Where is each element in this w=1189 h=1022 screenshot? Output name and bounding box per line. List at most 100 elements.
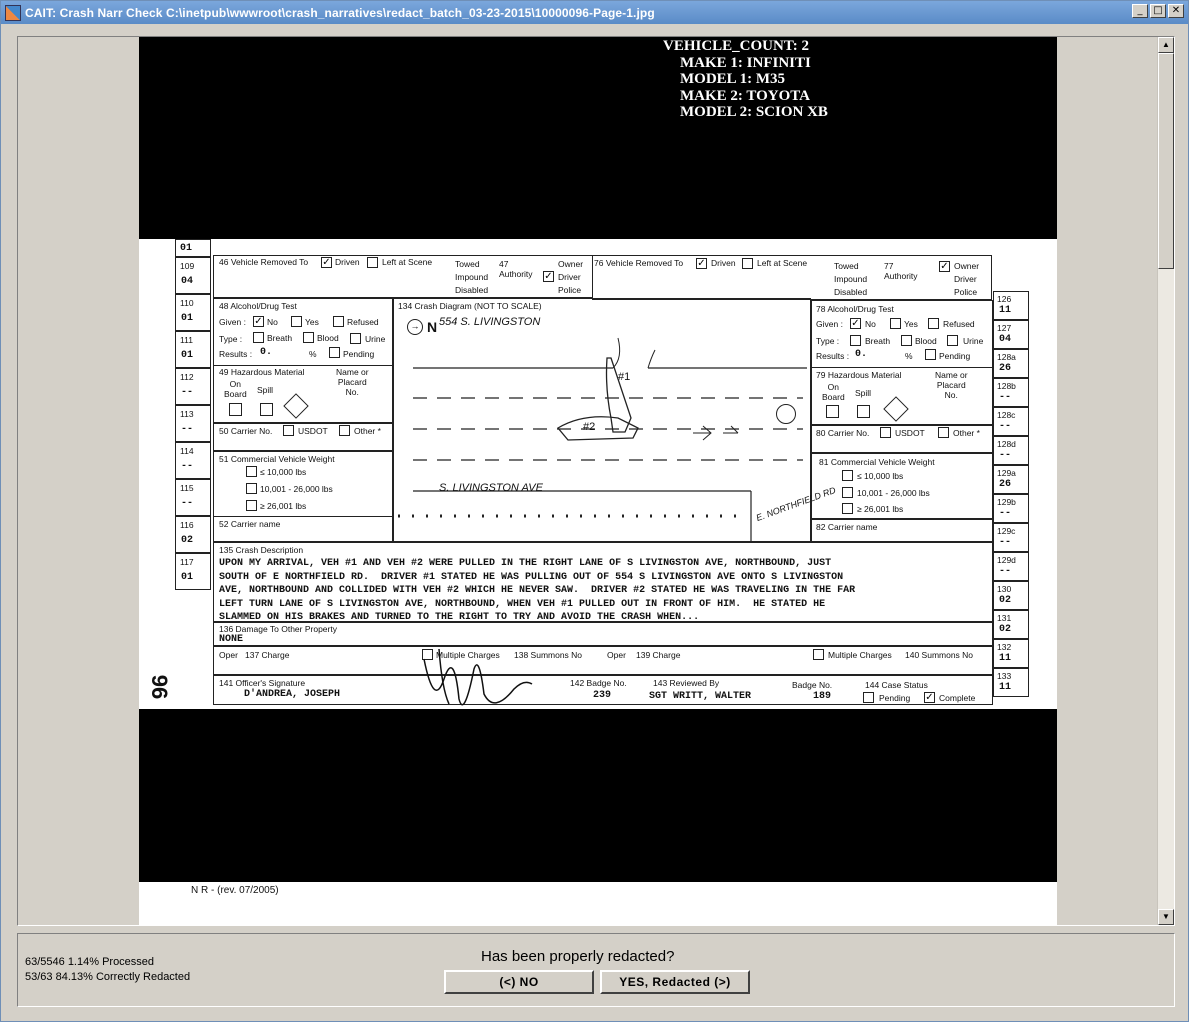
alc48-blood-checkbox[interactable]: [303, 332, 314, 343]
haz49-onboard-checkbox[interactable]: [229, 403, 242, 416]
v77-driver: Driver: [954, 274, 977, 284]
carrier80-other-checkbox[interactable]: [938, 427, 949, 438]
v77-police: Police: [954, 287, 978, 297]
carrier50-other-checkbox[interactable]: [339, 425, 350, 436]
crash-report-form: 01 109 04 110 01 111 01 112 -- 113 -- 114 -- 115 -- 11…: [139, 239, 1057, 709]
cvw81-w1-checkbox[interactable]: [842, 470, 853, 481]
v46-left-scene-label: Left at Scene: [382, 257, 433, 267]
left-code-value: --: [181, 461, 194, 472]
v46-impound: Impound: [455, 272, 489, 282]
haz79-spill-checkbox[interactable]: [857, 405, 870, 418]
alc78-pending-checkbox[interactable]: [925, 349, 936, 360]
alc48-breath: Breath: [267, 333, 293, 343]
vertical-scrollbar[interactable]: ▲ ▼: [1157, 37, 1174, 925]
right-code-cell: 129c --: [993, 523, 1029, 552]
cvw51-w3-checkbox[interactable]: [246, 500, 257, 511]
v77-owner: Owner: [954, 261, 980, 271]
scroll-down-arrow-icon[interactable]: ▼: [1158, 909, 1174, 925]
officer-name: D'ANDREA, JOSEPH: [244, 689, 341, 700]
carrier50-other: Other *: [354, 426, 381, 436]
left-code-cell: 110 01: [175, 294, 211, 331]
alc48-breath-checkbox[interactable]: [253, 332, 264, 343]
model-2: MODEL 2: SCION XB: [680, 104, 828, 120]
alc78-results-val: 0.: [855, 349, 868, 360]
v47-driver-checkbox[interactable]: ✓: [543, 271, 554, 282]
scrollbar-thumb[interactable]: [1158, 53, 1174, 269]
v76-left-scene-checkbox[interactable]: [742, 258, 753, 269]
alc48-urine-checkbox[interactable]: [350, 333, 361, 344]
right-code-number: 129a: [997, 468, 1016, 478]
right-code-number: 129d: [997, 555, 1016, 565]
redaction-question: Has been properly redacted?: [481, 948, 675, 965]
right-code-value: 04: [999, 334, 1012, 345]
alc78-blood-checkbox[interactable]: [901, 335, 912, 346]
make-1: MAKE 1: INFINITI: [680, 54, 811, 71]
case-complete-checkbox[interactable]: ✓: [924, 692, 935, 703]
left-code-top: 01: [175, 239, 211, 257]
haz79-onboard-checkbox[interactable]: [826, 405, 839, 418]
alc78-pending: Pending: [939, 351, 971, 361]
alc78-urine-checkbox[interactable]: [947, 335, 958, 346]
scanned-document: VEHICLE_COUNT: 2 MAKE 1: INFINITI MODEL …: [139, 37, 1057, 925]
alc48-no-checkbox[interactable]: ✓: [253, 316, 264, 327]
maximize-button[interactable]: □: [1150, 4, 1166, 18]
haz49-placard: Name or Placard No.: [336, 367, 369, 397]
image-viewer[interactable]: VEHICLE_COUNT: 2 MAKE 1: INFINITI MODEL …: [17, 36, 1175, 926]
v76-driven-checkbox[interactable]: ✓: [696, 258, 707, 269]
alc78-no-checkbox[interactable]: ✓: [850, 318, 861, 329]
alc48-given: Given :: [219, 317, 246, 327]
diagram-veh1: #1: [618, 371, 631, 383]
cvw51-w1: ≤ 10,000 lbs: [260, 467, 307, 477]
alc78-urine: Urine: [963, 336, 984, 346]
right-code-cell: 132 11: [993, 639, 1029, 668]
alc78-label: 78 Alcohol/Drug Test: [816, 304, 894, 314]
right-code-value: 26: [999, 479, 1012, 490]
alc78-refused-checkbox[interactable]: [928, 318, 939, 329]
model-1: MODEL 1: M35: [680, 71, 785, 87]
minimize-button[interactable]: _: [1132, 4, 1148, 18]
alc78-yes-checkbox[interactable]: [890, 318, 901, 329]
right-code-cell: 129a 26: [993, 465, 1029, 494]
v47-owner: Owner: [558, 259, 584, 269]
v46-left-scene-checkbox[interactable]: [367, 257, 378, 268]
haz49-spill-checkbox[interactable]: [260, 403, 273, 416]
alc78-breath-checkbox[interactable]: [850, 335, 861, 346]
right-code-value: --: [999, 392, 1012, 403]
carrier50-label: 50 Carrier No.: [219, 426, 273, 436]
alc48-pending-checkbox[interactable]: [329, 347, 340, 358]
badge-no-val: 189: [813, 691, 832, 702]
case-pending: Pending: [879, 693, 911, 703]
left-code-value: 01: [181, 350, 194, 361]
haz79-label: 79 Hazardous Material: [816, 370, 902, 380]
cvw81-w3-checkbox[interactable]: [842, 503, 853, 514]
cvw81-w1: ≤ 10,000 lbs: [857, 471, 904, 481]
carrier80-usdot-checkbox[interactable]: [880, 427, 891, 438]
cvw81-w2-checkbox[interactable]: [842, 487, 853, 498]
yes-redacted-button[interactable]: YES, Redacted (>): [600, 970, 750, 994]
multiple-charges-139-checkbox[interactable]: [813, 649, 824, 660]
v46-driven-checkbox[interactable]: ✓: [321, 257, 332, 268]
left-code-cell: 117 01: [175, 553, 211, 590]
cvw51-w1-checkbox[interactable]: [246, 466, 257, 477]
v76-label: 76 Vehicle Removed To: [594, 258, 684, 268]
alc48-refused-checkbox[interactable]: [333, 316, 344, 327]
cvw51-w2-checkbox[interactable]: [246, 483, 257, 494]
scroll-up-arrow-icon[interactable]: ▲: [1158, 37, 1174, 53]
v77-owner-checkbox[interactable]: ✓: [939, 261, 950, 272]
right-code-value: --: [999, 537, 1012, 548]
right-code-number: 132: [997, 642, 1012, 652]
diagram-address: 554 S. LIVINGSTON: [439, 316, 541, 328]
correct-status: 53/63 84.13% Correctly Redacted: [25, 971, 191, 983]
case-pending-checkbox[interactable]: [863, 692, 874, 703]
carrier52-label: 52 Carrier name: [219, 519, 281, 529]
alc48-results: Results :: [219, 349, 253, 359]
alc48-yes-checkbox[interactable]: [291, 316, 302, 327]
right-code-value: --: [999, 421, 1012, 432]
right-code-cell: 133 11: [993, 668, 1029, 697]
v76-disabled: Disabled: [834, 287, 868, 297]
carrier50-usdot-checkbox[interactable]: [283, 425, 294, 436]
close-button[interactable]: ✕: [1168, 4, 1184, 18]
no-button[interactable]: (<) NO: [444, 970, 594, 994]
right-code-value: 02: [999, 595, 1012, 606]
alc48-results-val: 0.: [260, 347, 273, 358]
